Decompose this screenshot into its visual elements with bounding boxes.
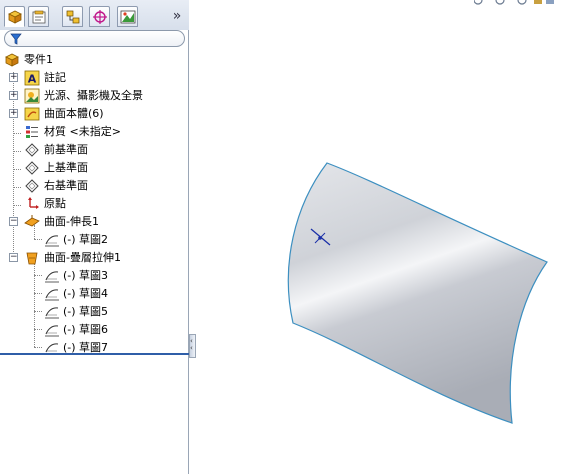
tree-item-label: 前基準面 <box>44 143 88 156</box>
tree-item-right-plane[interactable]: 右基準面 <box>0 177 189 195</box>
tree-item-origin[interactable]: 原點 <box>0 195 189 213</box>
tree-item-front-plane[interactable]: 前基準面 <box>0 141 189 159</box>
tree-item-part[interactable]: 零件1 <box>0 51 189 69</box>
material-icon <box>26 126 38 138</box>
tree-item-label: 曲面-伸長1 <box>44 215 99 228</box>
display-manager-tab[interactable] <box>117 6 138 27</box>
tree-filter-input[interactable] <box>4 30 185 47</box>
sketch-icon <box>45 307 59 319</box>
lights-scene-icon <box>24 88 40 104</box>
tree-item-sketch3[interactable]: (-) 草圖3 <box>0 267 189 285</box>
tree-item-label: (-) 草圖2 <box>63 233 109 246</box>
collapse-toggle[interactable]: − <box>9 217 18 226</box>
tree-item-label: 原點 <box>44 197 66 210</box>
part-icon <box>5 53 19 67</box>
dimxpert-crosshair-icon <box>93 10 107 24</box>
panel-splitter-handle[interactable]: ‹ ‹ <box>189 334 196 358</box>
feature-tree-icon <box>8 10 22 24</box>
tree-item-label: 曲面本體(6) <box>44 107 104 120</box>
expand-toggle[interactable]: + <box>9 91 18 100</box>
surface-bodies-folder-icon <box>24 107 40 121</box>
collapse-toggle[interactable]: − <box>9 253 18 262</box>
sketch-icon <box>45 271 59 283</box>
filter-funnel-icon <box>10 33 22 45</box>
property-manager-icon <box>32 10 46 24</box>
graphics-area[interactable] <box>197 0 579 474</box>
tree-item-label: 光源、攝影機及全景 <box>44 89 143 102</box>
configuration-icon <box>66 10 80 24</box>
manager-tab-strip: » <box>0 0 189 30</box>
collapse-arrow-icon: ‹ <box>190 344 193 352</box>
tree-item-label: 右基準面 <box>44 179 88 192</box>
featuremanager-tab[interactable] <box>4 6 25 27</box>
sketch-icon <box>45 325 59 337</box>
sketch-icon <box>45 235 59 247</box>
tree-item-label: 上基準面 <box>44 161 88 174</box>
tree-item-surface-loft[interactable]: − 曲面-疊層拉伸1 <box>0 249 189 267</box>
tree-item-label: 曲面-疊層拉伸1 <box>44 251 121 264</box>
tree-item-label: 材質 <未指定> <box>44 125 121 138</box>
annotation-a-icon: A <box>24 70 40 86</box>
tree-item-label: (-) 草圖4 <box>63 287 109 300</box>
tree-item-sketch6[interactable]: (-) 草圖6 <box>0 321 189 339</box>
tree-item-label: (-) 草圖6 <box>63 323 109 336</box>
surface-loft-icon <box>26 252 38 265</box>
tree-item-surface-extrude[interactable]: − 曲面-伸長1 <box>0 213 189 231</box>
tree-item-label: 零件1 <box>24 53 53 66</box>
display-manager-icon <box>120 10 136 24</box>
sketch-icon <box>45 289 59 301</box>
expand-toggle[interactable]: + <box>9 73 18 82</box>
origin-icon <box>28 197 39 209</box>
svg-text:A: A <box>28 73 37 86</box>
tree-item-surface-bodies[interactable]: + 曲面本體(6) <box>0 105 189 123</box>
expand-toggle[interactable]: + <box>9 109 18 118</box>
lofted-surface-body[interactable] <box>287 162 548 424</box>
tree-item-sketch5[interactable]: (-) 草圖5 <box>0 303 189 321</box>
configurationmanager-tab[interactable] <box>62 6 83 27</box>
tree-item-annotations[interactable]: + A 註記 <box>0 69 189 87</box>
plane-icon <box>25 179 39 193</box>
propertymanager-tab[interactable] <box>28 6 49 27</box>
tree-item-label: (-) 草圖5 <box>63 305 109 318</box>
plane-icon <box>25 161 39 175</box>
tree-item-lights-cameras-scene[interactable]: + 光源、攝影機及全景 <box>0 87 189 105</box>
plane-icon <box>25 143 39 157</box>
surface-extrude-icon <box>24 215 40 227</box>
tree-item-material[interactable]: 材質 <未指定> <box>0 123 189 141</box>
rollback-bar[interactable] <box>0 353 189 355</box>
tree-item-label: 註記 <box>44 71 66 84</box>
tree-item-top-plane[interactable]: 上基準面 <box>0 159 189 177</box>
expand-panel-button[interactable]: » <box>169 8 185 24</box>
tree-item-sketch4[interactable]: (-) 草圖4 <box>0 285 189 303</box>
feature-manager-panel: » 零件1 + A 註記 + 光源、攝影機及全景 + 曲面本體(6) 材質 <未… <box>0 0 189 474</box>
tree-item-label: (-) 草圖3 <box>63 269 109 282</box>
tree-item-sketch2[interactable]: (-) 草圖2 <box>0 231 189 249</box>
dimxpert-tab[interactable] <box>89 6 110 27</box>
